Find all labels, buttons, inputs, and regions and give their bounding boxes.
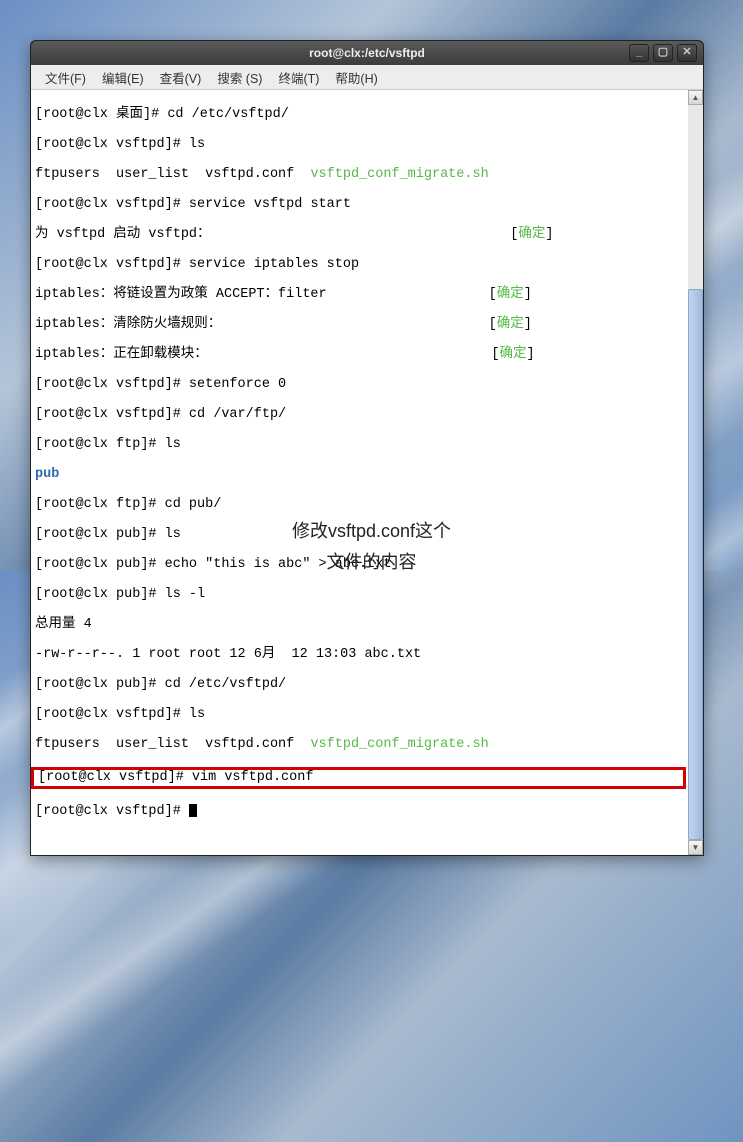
terminal-output[interactable]: [root@clx 桌面]# cd /etc/vsftpd/ [root@clx… [31,90,688,855]
maximize-button[interactable]: ▢ [653,44,673,62]
close-button[interactable]: ✕ [677,44,697,62]
scroll-down-button[interactable]: ▼ [688,840,703,855]
scroll-track[interactable] [688,105,703,840]
minimize-button[interactable]: _ [629,44,649,62]
output-line: pub [35,467,684,482]
output-line: iptables：正在卸载模块： [确定] [35,347,684,362]
output-line: [root@clx vsftpd]# cd /var/ftp/ [35,407,684,422]
highlighted-command: [root@clx vsftpd]# vim vsftpd.conf [31,767,686,789]
output-line: [root@clx 桌面]# cd /etc/vsftpd/ [35,107,684,122]
output-line: [root@clx ftp]# cd pub/ [35,497,684,512]
output-line: [root@clx vsftpd]# service iptables stop [35,257,684,272]
output-line: ftpusers user_list vsftpd.conf vsftpd_co… [35,737,684,752]
output-line: [root@clx vsftpd]# service vsftpd start [35,197,684,212]
prompt-line: [root@clx vsftpd]# [35,804,684,819]
output-line: [root@clx vsftpd]# setenforce 0 [35,377,684,392]
output-line: 为 vsftpd 启动 vsftpd： [确定] [35,227,684,242]
window-title: root@clx:/etc/vsftpd [309,46,425,60]
menu-file[interactable]: 文件(F) [37,66,94,89]
cursor [189,804,197,817]
caption-line-2: 文件的内容 [0,548,743,574]
output-line: -rw-r--r--. 1 root root 12 6月 12 13:03 a… [35,647,684,662]
output-line: iptables：清除防火墙规则： [确定] [35,317,684,332]
scrollbar[interactable]: ▲ ▼ [688,90,703,855]
menu-terminal[interactable]: 终端(T) [270,66,327,89]
caption-line-1: 修改vsftpd.conf这个 [0,517,743,543]
terminal-area: [root@clx 桌面]# cd /etc/vsftpd/ [root@clx… [31,90,703,855]
menu-search[interactable]: 搜索 (S) [209,66,270,89]
terminal-window: root@clx:/etc/vsftpd _ ▢ ✕ 文件(F) 编辑(E) 查… [30,40,704,856]
output-line: [root@clx vsftpd]# ls [35,137,684,152]
scroll-up-button[interactable]: ▲ [688,90,703,105]
menu-edit[interactable]: 编辑(E) [94,66,152,89]
output-line: [root@clx ftp]# ls [35,437,684,452]
output-line: [root@clx vsftpd]# ls [35,707,684,722]
output-line: 总用量 4 [35,617,684,632]
menubar: 文件(F) 编辑(E) 查看(V) 搜索 (S) 终端(T) 帮助(H) [31,65,703,90]
menu-view[interactable]: 查看(V) [152,66,210,89]
window-controls: _ ▢ ✕ [629,44,697,62]
output-line: iptables：将链设置为政策 ACCEPT：filter [确定] [35,287,684,302]
menu-help[interactable]: 帮助(H) [327,66,385,89]
output-line: [root@clx pub]# cd /etc/vsftpd/ [35,677,684,692]
titlebar[interactable]: root@clx:/etc/vsftpd _ ▢ ✕ [31,41,703,65]
output-line: ftpusers user_list vsftpd.conf vsftpd_co… [35,167,684,182]
output-line: [root@clx pub]# ls -l [35,587,684,602]
